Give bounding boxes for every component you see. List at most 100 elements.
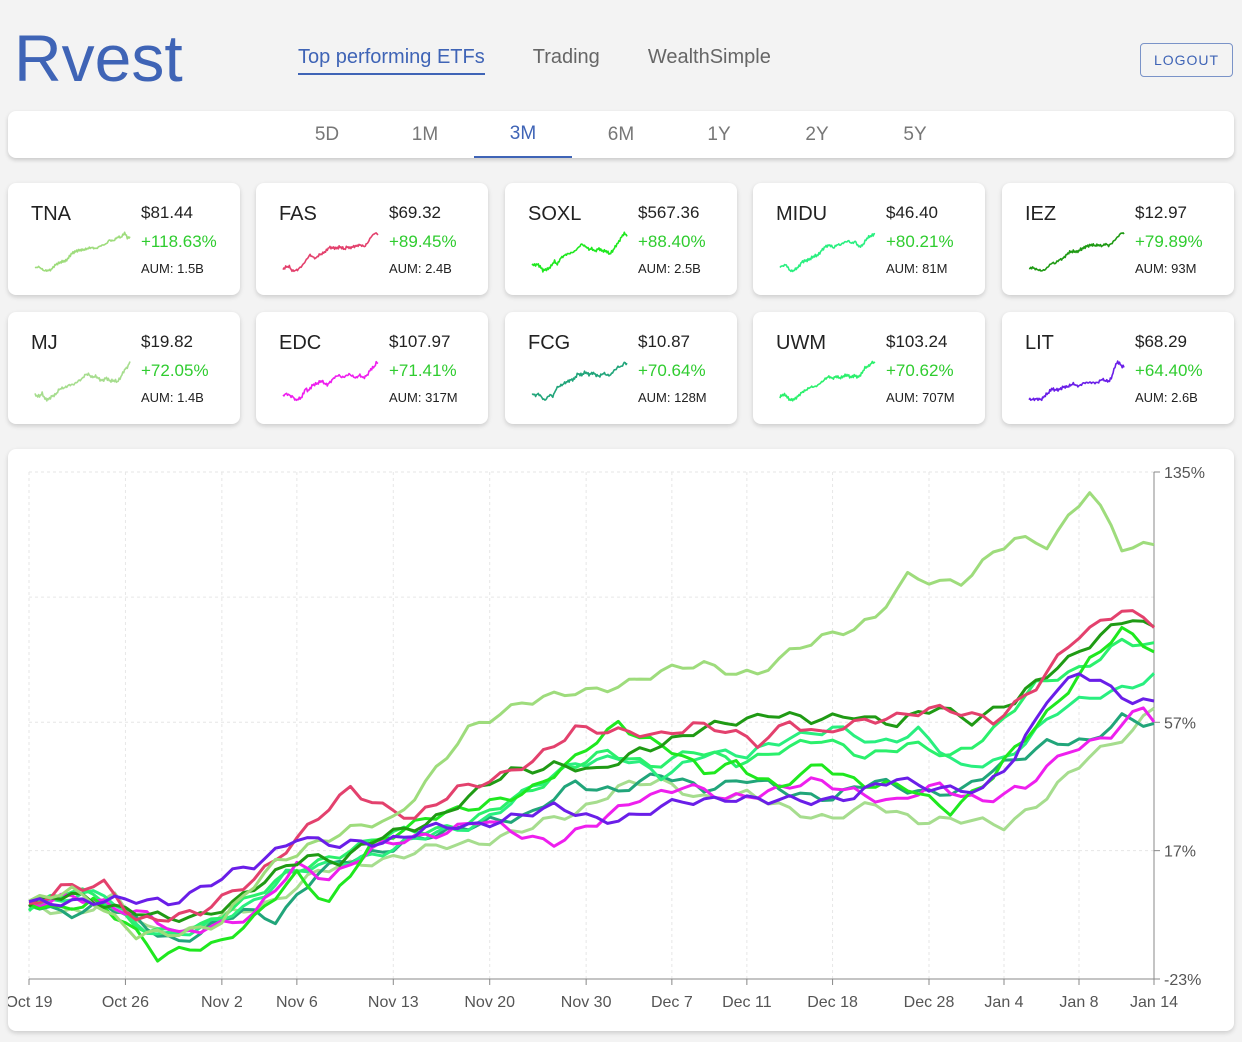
sparkline-chart [282, 360, 379, 402]
etf-price: $68.29 [1135, 332, 1187, 351]
sparkline-chart [1028, 232, 1125, 272]
etf-aum: AUM: 81M [886, 261, 948, 276]
svg-text:Rvest: Rvest [14, 24, 183, 94]
etf-card-iez[interactable]: IEZ $12.97 +79.89% AUM: 93M [1002, 183, 1234, 295]
etf-symbol: FAS [279, 203, 317, 225]
etf-price: $10.87 [638, 332, 690, 351]
etf-card-tna[interactable]: TNA $81.44 +118.63% AUM: 1.5B [8, 183, 240, 295]
logout-button[interactable]: LOGOUT [1140, 43, 1233, 77]
sparkline-chart [1028, 360, 1125, 402]
etf-aum: AUM: 2.5B [638, 261, 701, 276]
etf-price: $12.97 [1135, 203, 1187, 222]
etf-card-mj[interactable]: MJ $19.82 +72.05% AUM: 1.4B [8, 312, 240, 424]
etf-symbol: LIT [1025, 332, 1054, 354]
series-line-mj[interactable] [28, 707, 1155, 937]
nav-trading[interactable]: Trading [533, 46, 600, 75]
etf-change: +88.40% [638, 232, 706, 251]
sparkline-path [531, 231, 628, 273]
tab-1y[interactable]: 1Y [670, 111, 768, 158]
sparkline-path [34, 231, 131, 272]
etf-card-lit[interactable]: LIT $68.29 +64.40% AUM: 2.6B [1002, 312, 1234, 424]
x-tick-label: Dec 11 [722, 994, 772, 1011]
etf-symbol: FCG [528, 332, 571, 354]
y-tick-label: -23% [1164, 972, 1201, 989]
x-tick-label: Dec 7 [651, 994, 693, 1011]
etf-change: +118.63% [141, 232, 217, 251]
etf-card-soxl[interactable]: SOXL $567.36 +88.40% AUM: 2.5B [505, 183, 737, 295]
performance-line-chart[interactable]: Oct 19 Oct 26 Nov 2 Nov 6 Nov 13 Nov 20 Nov 30… [8, 449, 1234, 1031]
main-nav: Top performing ETFs Trading WealthSimple [298, 46, 771, 75]
etf-symbol: MJ [31, 332, 58, 354]
etf-change: +72.05% [141, 361, 209, 380]
etf-change: +71.41% [389, 361, 457, 380]
nav-top-etfs[interactable]: Top performing ETFs [298, 46, 485, 75]
x-tick-label: Jan 4 [984, 994, 1023, 1011]
etf-aum: AUM: 128M [638, 390, 707, 405]
etf-symbol: UWM [776, 332, 826, 354]
sparkline-chart [779, 232, 876, 273]
x-tick-label: Nov 30 [561, 994, 612, 1011]
tab-3m[interactable]: 3M [474, 111, 572, 158]
etf-card-uwm[interactable]: UWM $103.24 +70.62% AUM: 707M [753, 312, 985, 424]
etf-price: $107.97 [389, 332, 451, 351]
etf-change: +64.40% [1135, 361, 1203, 380]
sparkline-chart [34, 361, 131, 402]
rvest-logo[interactable]: Rvest [14, 24, 194, 94]
tab-6m[interactable]: 6M [572, 111, 670, 158]
etf-change: +79.89% [1135, 232, 1203, 251]
sparkline-chart [34, 231, 131, 272]
etf-aum: AUM: 1.5B [141, 261, 204, 276]
x-tick-label: Nov 6 [276, 994, 318, 1011]
y-tick-label: 135% [1164, 465, 1205, 482]
sparkline-path [1028, 360, 1125, 402]
sparkline-path [282, 360, 379, 402]
sparkline-path [34, 361, 131, 402]
etf-change: +70.62% [886, 361, 954, 380]
etf-price: $46.40 [886, 203, 938, 222]
etf-card-fcg[interactable]: FCG $10.87 +70.64% AUM: 128M [505, 312, 737, 424]
x-tick-label: Oct 19 [8, 994, 53, 1011]
etf-symbol: MIDU [776, 203, 828, 225]
etf-card-fas[interactable]: FAS $69.32 +89.45% AUM: 2.4B [256, 183, 488, 295]
etf-change: +70.64% [638, 361, 706, 380]
etf-aum: AUM: 93M [1135, 261, 1197, 276]
etf-price: $69.32 [389, 203, 441, 222]
x-tick-label: Jan 8 [1059, 994, 1098, 1011]
x-tick-label: Jan 14 [1130, 994, 1178, 1011]
etf-aum: AUM: 2.4B [389, 261, 452, 276]
series-line-soxl[interactable] [28, 626, 1155, 963]
tab-5y[interactable]: 5Y [866, 111, 964, 158]
sparkline-chart [531, 231, 628, 273]
chart-grid [28, 471, 1155, 979]
x-tick-label: Dec 18 [807, 994, 858, 1011]
sparkline-chart [779, 360, 876, 402]
etf-aum: AUM: 2.6B [1135, 390, 1198, 405]
etf-change: +80.21% [886, 232, 954, 251]
x-tick-label: Nov 2 [201, 994, 243, 1011]
tab-2y[interactable]: 2Y [768, 111, 866, 158]
y-tick-label: 57% [1164, 715, 1196, 732]
series-line-tna[interactable] [28, 491, 1155, 941]
sparkline-chart [531, 361, 628, 401]
header: Rvest Top performing ETFs Trading Wealth… [0, 0, 1242, 110]
tab-1m[interactable]: 1M [376, 111, 474, 158]
x-tick-label: Nov 20 [464, 994, 515, 1011]
sparkline-path [779, 360, 876, 402]
nav-wealthsimple[interactable]: WealthSimple [648, 46, 771, 75]
etf-symbol: SOXL [528, 203, 582, 225]
etf-symbol: IEZ [1025, 203, 1057, 225]
etf-aum: AUM: 317M [389, 390, 458, 405]
performance-chart-panel: Oct 19 Oct 26 Nov 2 Nov 6 Nov 13 Nov 20 Nov 30… [8, 449, 1234, 1031]
etf-aum: AUM: 1.4B [141, 390, 204, 405]
sparkline-path [1028, 232, 1125, 272]
x-tick-label: Nov 13 [368, 994, 419, 1011]
etf-change: +89.45% [389, 232, 457, 251]
sparkline-chart [282, 232, 379, 273]
etf-card-edc[interactable]: EDC $107.97 +71.41% AUM: 317M [256, 312, 488, 424]
tab-5d[interactable]: 5D [278, 111, 376, 158]
x-tick-label: Oct 26 [102, 994, 149, 1011]
series-line-iez[interactable] [28, 619, 1155, 923]
etf-aum: AUM: 707M [886, 390, 955, 405]
etf-price: $103.24 [886, 332, 948, 351]
etf-card-midu[interactable]: MIDU $46.40 +80.21% AUM: 81M [753, 183, 985, 295]
